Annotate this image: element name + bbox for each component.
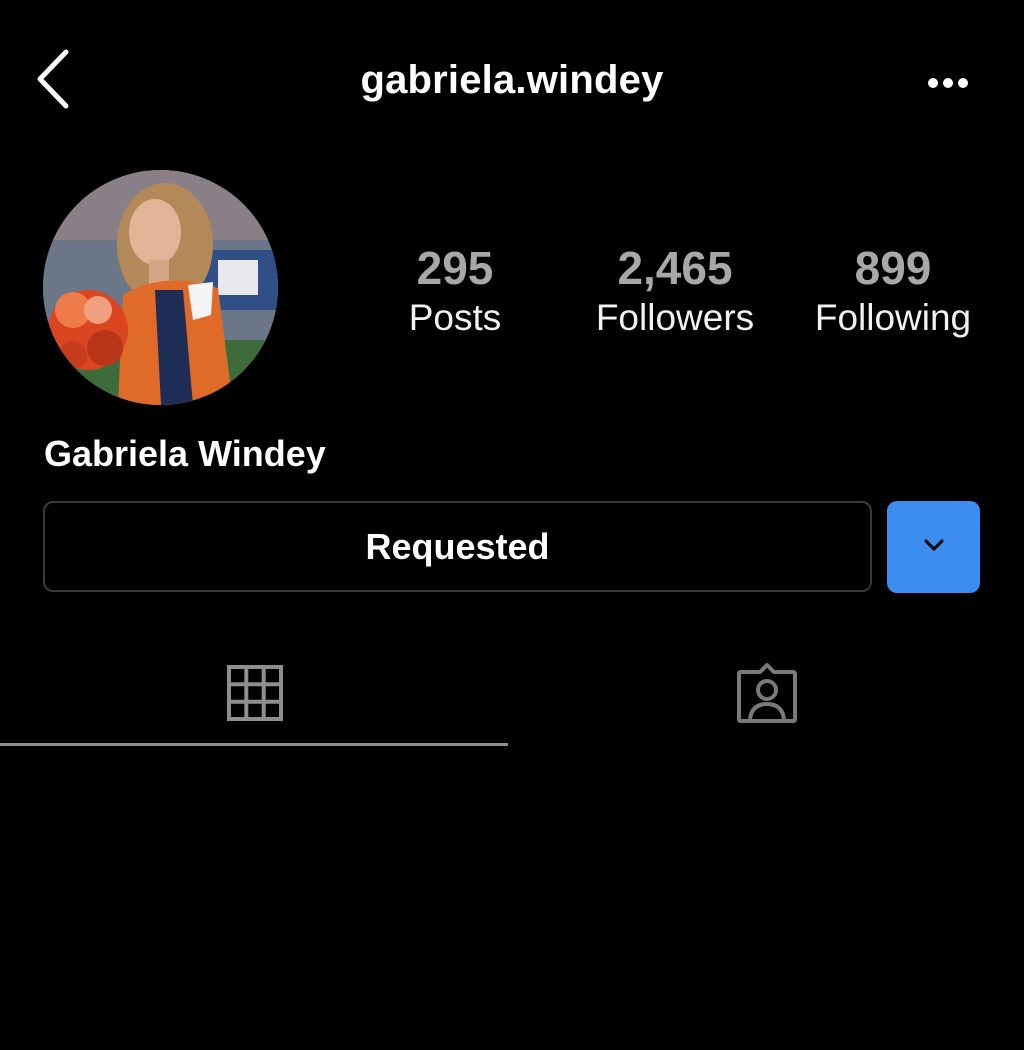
posts-stat[interactable]: 295 Posts <box>370 240 540 350</box>
posts-count: 295 <box>416 242 494 294</box>
requested-button[interactable]: Requested <box>43 501 872 592</box>
requested-label: Requested <box>365 525 550 567</box>
grid-icon <box>227 664 283 726</box>
posts-label: Posts <box>408 297 502 338</box>
chevron-left-icon <box>30 44 80 114</box>
followers-stat[interactable]: 2,465 Followers <box>570 240 780 350</box>
back-button[interactable] <box>30 44 80 114</box>
avatar[interactable] <box>43 170 278 405</box>
profile-username: gabriela.windey <box>360 58 664 102</box>
followers-label: Followers <box>595 297 755 338</box>
following-count: 899 <box>854 242 932 294</box>
tab-posts-grid[interactable] <box>0 640 510 750</box>
tab-tagged[interactable] <box>510 640 1024 750</box>
followers-count: 2,465 <box>617 242 733 294</box>
tagged-person-icon <box>736 662 798 729</box>
following-label: Following <box>814 297 972 338</box>
more-options-button[interactable] <box>912 58 984 108</box>
more-horizontal-icon <box>912 58 984 108</box>
suggested-accounts-button[interactable] <box>887 501 980 593</box>
following-stat[interactable]: 899 Following <box>793 240 993 350</box>
chevron-down-icon <box>919 535 949 560</box>
active-tab-indicator <box>0 743 508 746</box>
display-name: Gabriela Windey <box>44 433 326 474</box>
